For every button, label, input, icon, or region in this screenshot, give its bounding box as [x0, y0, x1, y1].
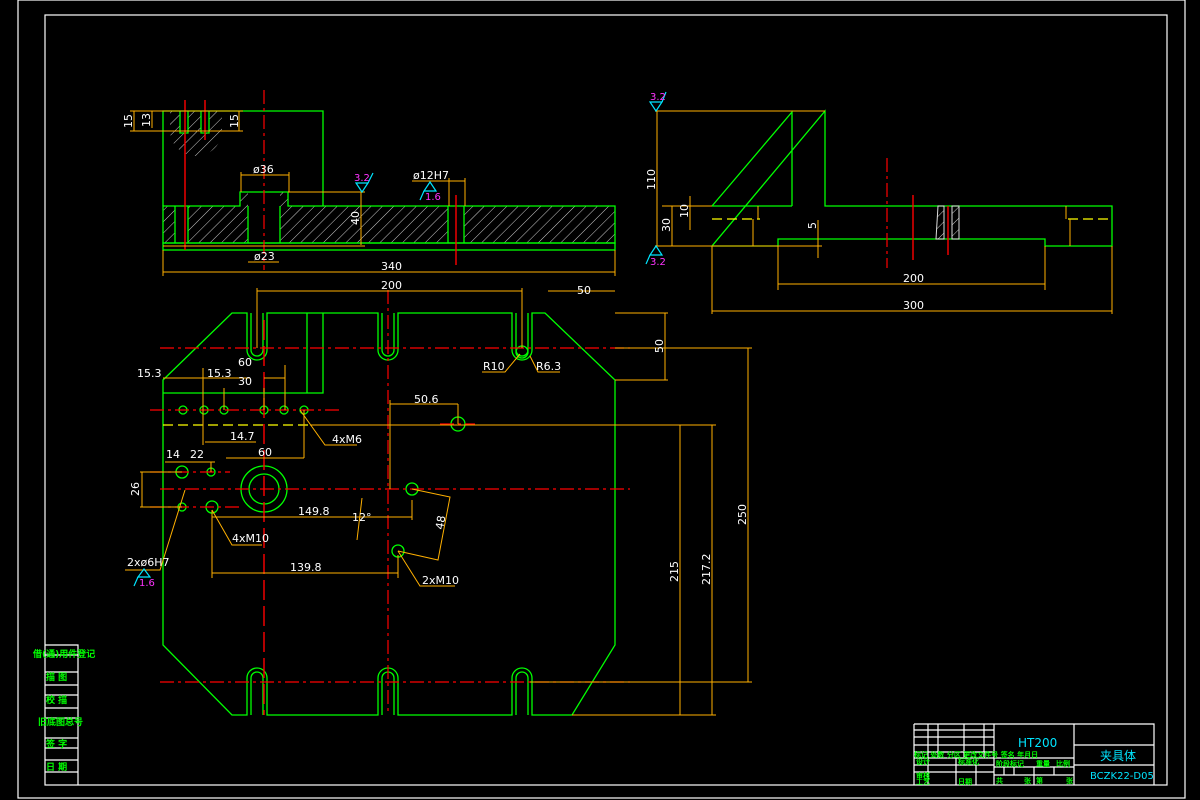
dim-15-3-b: 15.3 [207, 367, 232, 380]
dim-14-7: 14.7 [230, 430, 255, 443]
dim-15-right: 15 [228, 114, 241, 128]
label-design: 设计 [916, 757, 930, 766]
dim-50-vertical: 50 [653, 339, 666, 353]
dim-dia23: ø23 [254, 250, 275, 263]
dim-200: 200 [903, 272, 924, 285]
dim-r6-3: R6.3 [536, 360, 561, 373]
dim-15-left: 15 [122, 114, 135, 128]
dim-50-horizontal: 50 [577, 284, 591, 297]
left-block-label: 日 期 [46, 761, 67, 773]
dim-215: 215 [668, 561, 681, 582]
cad-drawing: 340 ø36 ø23 40 ø12H7 15 13 15 3.2 1.6 11… [17, 0, 1186, 799]
dim-110: 110 [645, 169, 658, 190]
dim-139-8: 139.8 [290, 561, 322, 574]
dim-340: 340 [381, 260, 402, 273]
dim-14: 14 [166, 448, 180, 461]
label-sheets: 张 [1024, 776, 1032, 785]
roughness-bottom: 3.2 [650, 257, 666, 268]
dim-30: 30 [660, 218, 673, 232]
dim-250: 250 [736, 504, 749, 525]
drawing-number: BCZK22-D05 [1090, 771, 1154, 782]
dim-12-degrees: 12° [352, 511, 372, 524]
roughness-1-6-plan: 1.6 [139, 578, 155, 589]
dim-149-8: 149.8 [298, 505, 330, 518]
label-sheet: 张 [1066, 776, 1074, 785]
label-weight: 重量 [1036, 759, 1050, 768]
left-block-label: 校 描 [46, 694, 67, 706]
label-4xm6: 4xM6 [332, 433, 362, 446]
dim-15-3-a: 15.3 [137, 367, 162, 380]
section-view: 340 ø36 ø23 40 ø12H7 15 13 15 3.2 1.6 [122, 90, 616, 276]
left-block-label: 签 字 [45, 738, 67, 750]
dim-217-2: 217.2 [700, 554, 713, 586]
side-view: 110 30 10 5 200 300 3.2 3.2 [645, 91, 1113, 314]
label-sheet-no: 第 [1036, 776, 1043, 785]
roughness-1-6: 1.6 [425, 192, 441, 203]
label-total: 共 [996, 776, 1003, 785]
title-block: 标记 处数 分区 更改文件号 签名 年月日 设计 标准化 审核 工艺 日期 阶段… [913, 723, 1155, 786]
part-name: 夹具体 [1100, 749, 1136, 763]
dim-22: 22 [190, 448, 204, 461]
label-stage-mark: 阶段标记 [996, 759, 1024, 768]
dim-26: 26 [129, 482, 142, 496]
left-record-block: 借(通)用件登记 描 图 校 描 旧底图总号 签 字 日 期 [32, 644, 95, 785]
dim-dia36: ø36 [253, 163, 274, 176]
label-2xm10: 2xM10 [422, 574, 459, 587]
dim-300: 300 [903, 299, 924, 312]
dim-10: 10 [678, 204, 691, 218]
label-4xm10: 4xM10 [232, 532, 269, 545]
label-standardization: 标准化 [957, 757, 979, 766]
material: HT200 [1018, 736, 1057, 750]
dim-60-top: 60 [238, 356, 252, 369]
dim-30: 30 [238, 375, 252, 388]
roughness-3-2: 3.2 [354, 173, 370, 184]
dim-dia12h7: ø12H7 [413, 169, 449, 182]
dim-60-bottom: 60 [258, 446, 272, 459]
left-block-label: 借(通)用件登记 [32, 648, 95, 660]
dim-200-slots: 200 [381, 279, 402, 292]
label-date: 日期 [958, 777, 972, 786]
dim-40: 40 [349, 211, 362, 225]
dim-r10: R10 [483, 360, 505, 373]
label-process: 工艺 [916, 777, 930, 786]
label-scale: 比例 [1056, 759, 1070, 768]
dim-5: 5 [806, 222, 819, 229]
plan-view: 200 50 50 R10 R6.3 15.3 15.3 60 30 14.7 … [125, 279, 752, 716]
roughness-top: 3.2 [650, 92, 666, 103]
left-block-label: 描 图 [46, 671, 67, 683]
dim-50-6: 50.6 [414, 393, 439, 406]
label-2xdia6h7: 2xø6H7 [127, 556, 170, 569]
dim-48: 48 [433, 514, 448, 530]
dim-13: 13 [140, 113, 153, 127]
left-block-label: 旧底图总号 [38, 716, 83, 728]
